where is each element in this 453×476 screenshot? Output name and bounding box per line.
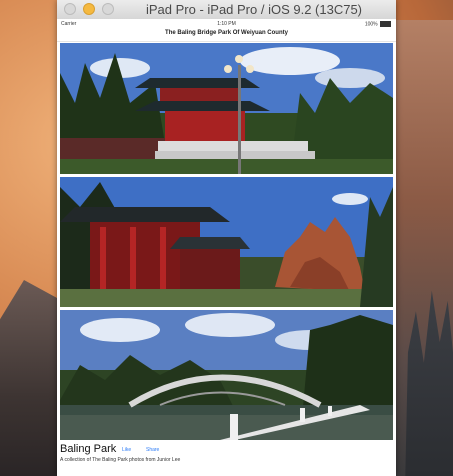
page-title: The Baling Bridge Park Of Weiyuan County xyxy=(165,30,288,36)
window-title: iPad Pro - iPad Pro / iOS 9.2 (13C75) xyxy=(145,2,363,17)
close-button[interactable] xyxy=(64,3,76,15)
arch-bridge-image xyxy=(60,310,393,440)
photo-rock-garden[interactable] xyxy=(60,177,393,307)
minimize-button[interactable] xyxy=(83,3,95,15)
like-link[interactable]: Like xyxy=(122,447,131,453)
album-title: Baling Park xyxy=(60,443,117,455)
window-titlebar[interactable]: iPad Pro - iPad Pro / iOS 9.2 (13C75) xyxy=(57,0,396,20)
status-time: 1:10 PM xyxy=(217,21,236,27)
photo-arch-bridge[interactable] xyxy=(60,310,393,440)
nav-divider xyxy=(57,41,396,42)
zoom-button[interactable] xyxy=(102,3,114,15)
wallpaper-rock-left xyxy=(0,280,60,476)
battery-icon xyxy=(380,21,391,27)
battery-status: 100% xyxy=(365,21,391,27)
simulator-window: iPad Pro - iPad Pro / iOS 9.2 (13C75) Ca… xyxy=(57,0,396,476)
album-description: A collection of The Baling Park photos f… xyxy=(60,457,181,463)
rock-garden-image xyxy=(60,177,393,307)
pavilion-image xyxy=(60,43,393,174)
ios-status-bar: Carrier 1:10 PM 100% xyxy=(57,19,396,28)
share-link[interactable]: Share xyxy=(146,447,159,453)
battery-percent: 100% xyxy=(364,21,378,28)
photo-pavilion[interactable] xyxy=(60,43,393,174)
